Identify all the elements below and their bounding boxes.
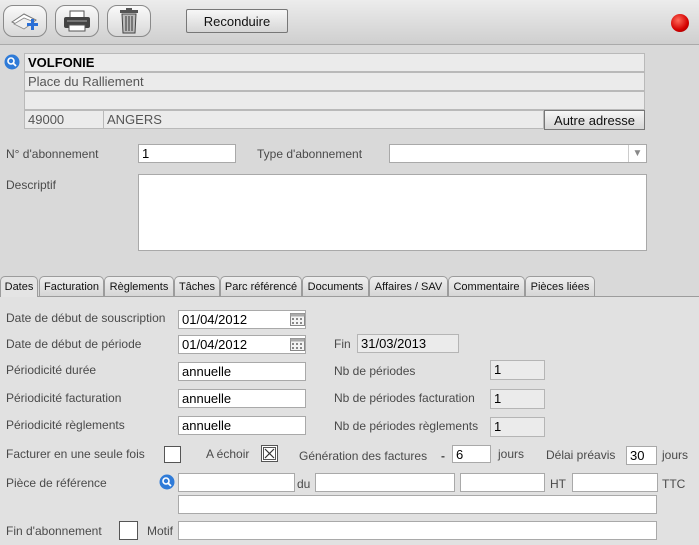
- description-label: Descriptif: [6, 178, 57, 192]
- seule-fois-checkbox[interactable]: [164, 446, 181, 463]
- new-document-icon: [11, 13, 38, 30]
- calendar-icon[interactable]: [290, 313, 305, 326]
- tab-facturation[interactable]: Facturation: [39, 276, 104, 296]
- tab-pieces-liees[interactable]: Pièces liées: [525, 276, 595, 296]
- tab-reglements[interactable]: Règlements: [104, 276, 174, 296]
- periode-date-input[interactable]: 01/04/2012: [178, 335, 306, 354]
- generation-days-input[interactable]: 6: [452, 445, 491, 463]
- reconduire-button[interactable]: Reconduire: [186, 9, 288, 33]
- fin-abonnement-checkbox[interactable]: [119, 521, 138, 540]
- fin-date-value: 31/03/2013: [357, 334, 459, 353]
- toolbar: Reconduire: [0, 0, 699, 45]
- client-name: VOLFONIE: [24, 53, 645, 72]
- search-client-icon[interactable]: [4, 54, 20, 70]
- nb-periodes-facturation-value: 1: [490, 389, 545, 409]
- checked-x-icon: [263, 447, 276, 460]
- preavis-days-unit: jours: [662, 448, 689, 462]
- search-piece-icon[interactable]: [159, 474, 175, 490]
- subscription-type-select[interactable]: ▼: [389, 144, 647, 163]
- fin-label: Fin: [334, 337, 351, 351]
- tab-documents[interactable]: Documents: [302, 276, 369, 296]
- generation-minus-sign: -: [441, 449, 445, 463]
- souscription-label: Date de début de souscription: [6, 311, 166, 325]
- subscription-number-input[interactable]: 1: [138, 144, 236, 163]
- generation-factures-label: Génération des factures: [299, 449, 428, 463]
- periode-label: Date de début de période: [6, 337, 142, 351]
- du-label: du: [297, 477, 311, 491]
- nb-periodes-value: 1: [490, 360, 545, 380]
- client-city: ANGERS: [103, 110, 544, 129]
- preavis-days-input[interactable]: 30: [626, 446, 657, 465]
- status-indicator: [671, 14, 689, 32]
- print-button[interactable]: [55, 5, 99, 37]
- fin-abonnement-label: Fin d'abonnement: [6, 524, 102, 538]
- client-postal-code: 49000: [24, 110, 104, 129]
- subscription-number-label: N° d'abonnement: [6, 147, 99, 161]
- motif-input[interactable]: [178, 521, 657, 540]
- piece-description-input[interactable]: [178, 495, 657, 514]
- duree-select[interactable]: annuelle: [178, 362, 306, 381]
- nb-periodes-reglements-label: Nb de périodes règlements: [334, 419, 479, 433]
- generation-days-unit: jours: [498, 447, 525, 461]
- piece-reference-label: Pièce de référence: [6, 476, 107, 490]
- description-textarea[interactable]: [138, 174, 647, 251]
- reglements-label: Périodicité règlements: [6, 418, 125, 432]
- tab-commentaire[interactable]: Commentaire: [448, 276, 525, 296]
- client-address-line1: Place du Ralliement: [24, 72, 645, 91]
- new-document-button[interactable]: [3, 5, 47, 37]
- piece-ttc-input[interactable]: [572, 473, 658, 492]
- chevron-down-icon: ▼: [628, 145, 646, 162]
- tab-affaires-sav[interactable]: Affaires / SAV: [369, 276, 448, 296]
- preavis-label: Délai préavis: [546, 448, 616, 462]
- subscription-type-label: Type d'abonnement: [257, 147, 363, 161]
- tab-parc-reference[interactable]: Parc référencé: [220, 276, 302, 296]
- trash-icon: [120, 8, 138, 34]
- other-address-button[interactable]: Autre adresse: [544, 110, 645, 130]
- a-echoir-label: A échoir: [206, 447, 250, 461]
- reglements-select[interactable]: annuelle: [178, 416, 306, 435]
- piece-date-input[interactable]: [315, 473, 455, 492]
- facturation-select[interactable]: annuelle: [178, 389, 306, 408]
- piece-ht-input[interactable]: [460, 473, 545, 492]
- a-echoir-checkbox[interactable]: [261, 445, 278, 462]
- client-address-line2: [24, 91, 645, 110]
- tab-dates[interactable]: Dates: [0, 276, 38, 297]
- motif-label: Motif: [147, 524, 174, 538]
- ttc-label: TTC: [662, 477, 686, 491]
- tab-taches[interactable]: Tâches: [174, 276, 220, 296]
- souscription-date-input[interactable]: 01/04/2012: [178, 310, 306, 329]
- ht-label: HT: [550, 477, 566, 491]
- piece-reference-input[interactable]: [178, 473, 295, 492]
- nb-periodes-facturation-label: Nb de périodes facturation: [334, 391, 475, 405]
- nb-periodes-reglements-value: 1: [490, 417, 545, 437]
- seule-fois-label: Facturer en une seule fois: [6, 447, 145, 461]
- facturation-label: Périodicité facturation: [6, 391, 122, 405]
- calendar-icon[interactable]: [290, 338, 305, 351]
- delete-button[interactable]: [107, 5, 151, 37]
- printer-icon: [64, 10, 90, 32]
- duree-label: Périodicité durée: [6, 363, 97, 377]
- nb-periodes-label: Nb de périodes: [334, 364, 416, 378]
